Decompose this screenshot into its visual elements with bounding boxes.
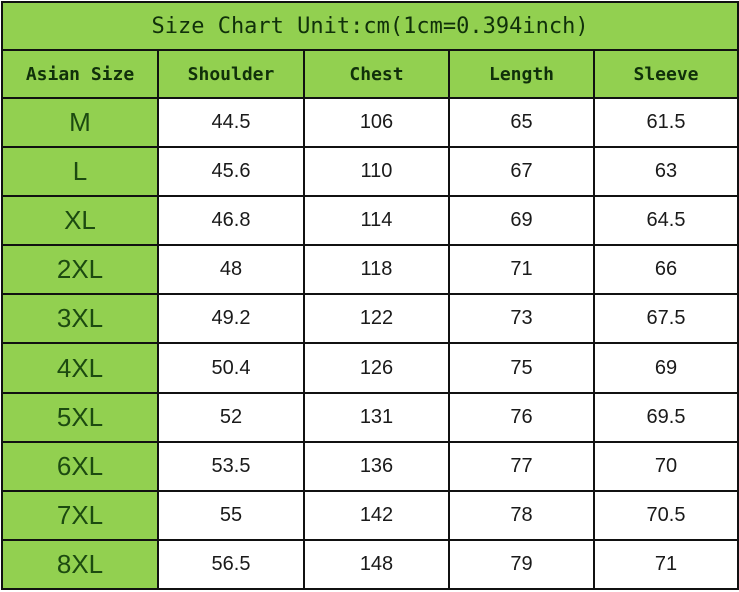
table-row: XL 46.8 114 69 64.5	[1, 195, 739, 247]
cell-sleeve: 70	[592, 440, 739, 492]
cell-chest: 142	[303, 489, 450, 541]
cell-chest: 126	[303, 342, 450, 394]
table-row: 3XL 49.2 122 73 67.5	[1, 293, 739, 345]
table-row: 6XL 53.5 136 77 70	[1, 440, 739, 492]
cell-shoulder: 46.8	[157, 195, 305, 247]
cell-length: 76	[448, 391, 595, 443]
cell-shoulder: 44.5	[157, 96, 305, 149]
cell-shoulder: 56.5	[157, 538, 305, 591]
cell-size: 8XL	[1, 538, 159, 591]
cell-chest: 148	[303, 538, 450, 591]
column-header-sleeve: Sleeve	[592, 49, 739, 99]
cell-chest: 122	[303, 293, 450, 345]
cell-length: 77	[448, 440, 595, 492]
title-row: Size Chart Unit:cm(1cm=0.394inch)	[0, 1, 739, 51]
cell-chest: 114	[303, 195, 450, 247]
cell-size: 5XL	[1, 391, 159, 443]
table-row: 7XL 55 142 78 70.5	[1, 489, 739, 541]
cell-size: 4XL	[1, 342, 159, 394]
cell-length: 78	[448, 489, 595, 541]
cell-shoulder: 50.4	[157, 342, 305, 394]
size-chart-table: Size Chart Unit:cm(1cm=0.394inch) Asian …	[0, 1, 739, 591]
cell-shoulder: 55	[157, 489, 305, 541]
column-header-chest: Chest	[303, 49, 450, 99]
cell-size: M	[1, 96, 159, 149]
cell-length: 69	[448, 195, 595, 247]
chart-title: Size Chart Unit:cm(1cm=0.394inch)	[0, 1, 739, 51]
cell-chest: 136	[303, 440, 450, 492]
column-header-size: Asian Size	[1, 49, 159, 99]
cell-length: 67	[448, 146, 595, 198]
cell-chest: 106	[303, 96, 450, 149]
cell-sleeve: 61.5	[592, 96, 739, 149]
column-header-length: Length	[448, 49, 595, 99]
table-row: 4XL 50.4 126 75 69	[1, 342, 739, 394]
table-row: L 45.6 110 67 63	[1, 146, 739, 198]
cell-length: 71	[448, 244, 595, 296]
cell-sleeve: 64.5	[592, 195, 739, 247]
cell-chest: 110	[303, 146, 450, 198]
table-row: 8XL 56.5 148 79 71	[1, 538, 739, 591]
cell-length: 79	[448, 538, 595, 591]
cell-size: 7XL	[1, 489, 159, 541]
cell-shoulder: 49.2	[157, 293, 305, 345]
cell-shoulder: 48	[157, 244, 305, 296]
cell-sleeve: 66	[592, 244, 739, 296]
cell-sleeve: 70.5	[592, 489, 739, 541]
cell-size: 2XL	[1, 244, 159, 296]
table-row: M 44.5 106 65 61.5	[1, 96, 739, 149]
cell-size: L	[1, 146, 159, 198]
cell-length: 75	[448, 342, 595, 394]
cell-shoulder: 45.6	[157, 146, 305, 198]
cell-sleeve: 63	[592, 146, 739, 198]
cell-sleeve: 69.5	[592, 391, 739, 443]
cell-shoulder: 53.5	[157, 440, 305, 492]
cell-chest: 131	[303, 391, 450, 443]
cell-chest: 118	[303, 244, 450, 296]
table-row: 5XL 52 131 76 69.5	[1, 391, 739, 443]
table-row: 2XL 48 118 71 66	[1, 244, 739, 296]
cell-size: 3XL	[1, 293, 159, 345]
cell-sleeve: 69	[592, 342, 739, 394]
cell-shoulder: 52	[157, 391, 305, 443]
cell-length: 65	[448, 96, 595, 149]
cell-size: 6XL	[1, 440, 159, 492]
cell-sleeve: 71	[592, 538, 739, 591]
cell-size: XL	[1, 195, 159, 247]
header-row: Asian Size Shoulder Chest Length Sleeve	[1, 49, 739, 99]
column-header-shoulder: Shoulder	[157, 49, 305, 99]
cell-sleeve: 67.5	[592, 293, 739, 345]
cell-length: 73	[448, 293, 595, 345]
